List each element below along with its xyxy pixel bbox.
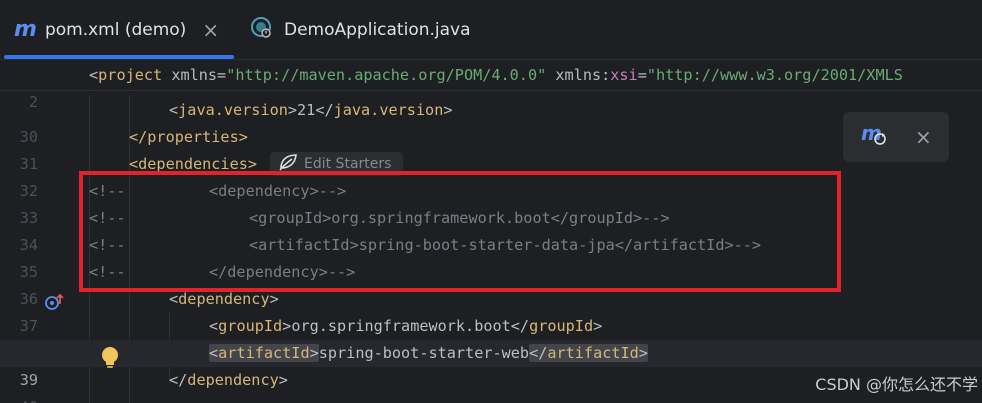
sticky-header-line[interactable]: 2 <project xmlns="http://maven.apache.or… (0, 60, 982, 111)
maven-reload-icon[interactable]: m (861, 121, 889, 151)
token: project (98, 66, 163, 84)
code-text: <groupId>org.springframework.boot</group… (209, 317, 603, 335)
inlay-label: Edit Starters (304, 156, 392, 172)
highlight-annotation-box (79, 171, 841, 292)
maven-reload-panel: m × (843, 112, 949, 162)
token: "http://www.w3.org/2001/XMLS (646, 66, 903, 84)
code-text: </properties> (129, 128, 248, 146)
token: xmlns (171, 66, 218, 84)
token: xsi (610, 66, 638, 84)
maven-m-icon: m (14, 16, 37, 42)
active-tab-indicator (4, 55, 234, 59)
code-text: <java.version>21</java.version> (169, 101, 453, 119)
tab-demo-application[interactable]: DemoApplication.java (250, 0, 510, 59)
code-line[interactable]: 31 </properties> (0, 124, 982, 173)
code-text: <artifactId>spring-boot-starter-web</art… (209, 344, 648, 362)
code-line[interactable]: 30 <java.version>21</java.version> (0, 97, 982, 146)
code-line-current[interactable]: 39 <artifactId>spring-boot-starter-web</… (0, 340, 982, 389)
spring-class-icon (250, 15, 274, 44)
close-icon[interactable]: × (915, 125, 932, 149)
line-number: 40 (0, 394, 38, 403)
lightbulb-icon[interactable] (100, 346, 120, 374)
code-text: <project xmlns="http://maven.apache.org/… (89, 62, 903, 89)
token: = (217, 66, 227, 84)
editor-window: m pom.xml (demo) × DemoApplication.java … (0, 0, 982, 403)
implements-gutter-icon[interactable] (44, 292, 66, 316)
code-line: 2 <project xmlns="http://maven.apache.or… (0, 62, 982, 111)
token: : (601, 66, 611, 84)
tab-pom-xml[interactable]: m pom.xml (demo) × (0, 0, 234, 59)
tab-label: DemoApplication.java (284, 19, 471, 40)
token: xmlns (555, 66, 602, 84)
token: "http://maven.apache.org/POM/4.0.0" (226, 66, 547, 84)
token: = (637, 66, 647, 84)
code-line[interactable]: 38 <groupId>org.springframework.boot</gr… (0, 313, 982, 362)
watermark: CSDN @你怎么还不学 (815, 375, 978, 394)
code-text: </dependency> (169, 371, 288, 389)
tab-label: pom.xml (demo) (44, 19, 187, 40)
token: < (89, 66, 99, 84)
close-icon[interactable]: × (202, 18, 219, 42)
tab-bar: m pom.xml (demo) × DemoApplication.java (0, 0, 982, 60)
